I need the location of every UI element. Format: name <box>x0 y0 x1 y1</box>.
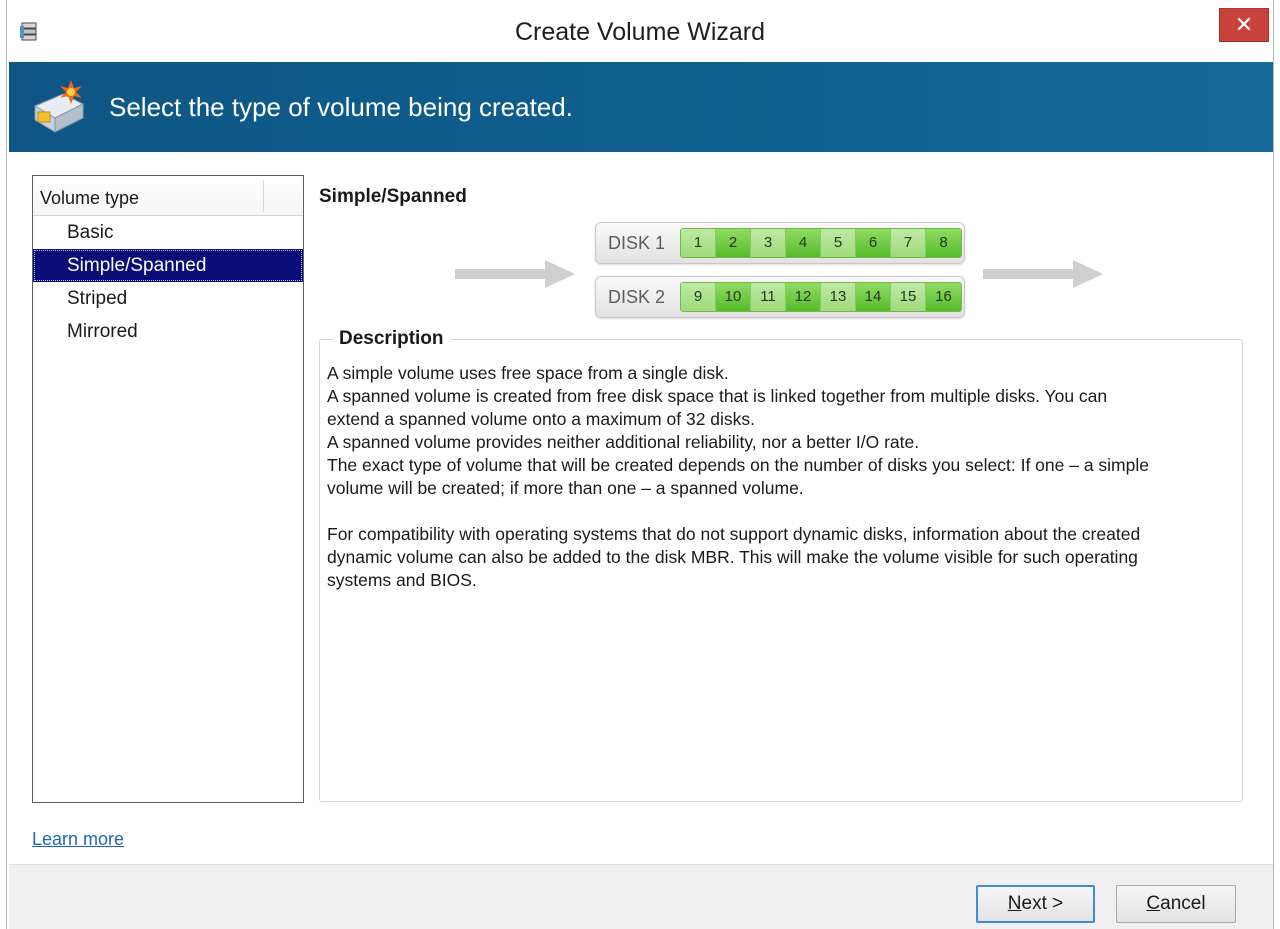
title-bar: Create Volume Wizard ✕ <box>7 0 1273 62</box>
description-text: A simple volume uses free space from a s… <box>327 362 1239 592</box>
wizard-window: Create Volume Wizard ✕ Select the type o… <box>6 0 1274 929</box>
description-line: A spanned volume is created from free di… <box>327 386 1108 406</box>
disk-1-label: DISK 1 <box>608 233 666 253</box>
list-item-mirrored[interactable]: Mirrored <box>33 315 303 348</box>
cancel-label: ancel <box>1160 893 1206 914</box>
disk-cell: 9 <box>681 283 716 311</box>
disk-cell: 5 <box>821 229 856 257</box>
learn-more-link[interactable]: Learn more <box>32 829 124 850</box>
disk-cell: 13 <box>821 283 856 311</box>
description-line: For compatibility with operating systems… <box>327 524 1141 544</box>
description-line: A spanned volume provides neither additi… <box>327 432 920 452</box>
list-item-simple-spanned[interactable]: Simple/Spanned <box>33 249 303 282</box>
description-line: volume will be created; if more than one… <box>327 478 804 498</box>
description-line: A simple volume uses free space from a s… <box>327 363 729 383</box>
next-label: ext > <box>1021 893 1064 914</box>
disk-cell: 12 <box>786 283 821 311</box>
window-title: Create Volume Wizard <box>514 18 766 46</box>
volume-wizard-icon <box>33 80 85 133</box>
disk-cell: 16 <box>926 283 961 311</box>
disk-cell: 8 <box>926 229 961 257</box>
header-banner: Select the type of volume being created. <box>9 62 1273 152</box>
disk-cell: 15 <box>891 283 926 311</box>
disk-cell: 4 <box>786 229 821 257</box>
disk-2-label: DISK 2 <box>608 287 666 307</box>
list-column-header[interactable]: Volume type <box>33 176 303 216</box>
disk-2-row: DISK 2 9 10 11 12 13 14 15 16 <box>595 276 965 318</box>
disk-cell: 2 <box>716 229 751 257</box>
disk-1-cells: 1 2 3 4 5 6 7 8 <box>680 228 962 258</box>
disk-1-row: DISK 1 1 2 3 4 5 6 7 8 <box>595 222 965 264</box>
cancel-button[interactable]: Cancel <box>1116 885 1236 923</box>
next-accelerator: N <box>1007 893 1022 914</box>
right-arrow-icon <box>983 260 1103 288</box>
next-button[interactable]: Next > <box>976 885 1095 923</box>
list-item-striped[interactable]: Striped <box>33 282 303 315</box>
banner-heading: Select the type of volume being created. <box>109 92 573 122</box>
description-line: dynamic volume can also be added to the … <box>327 547 1138 567</box>
close-button[interactable]: ✕ <box>1219 8 1269 42</box>
disk-cell: 3 <box>751 229 786 257</box>
description-line: systems and BIOS. <box>327 570 477 590</box>
description-legend: Description <box>333 328 450 350</box>
disk-cell: 10 <box>716 283 751 311</box>
list-item-basic[interactable]: Basic <box>33 216 303 249</box>
cancel-accelerator: C <box>1146 893 1161 914</box>
volume-type-list[interactable]: Volume type Basic Simple/Spanned Striped… <box>32 175 304 803</box>
disk-cell: 6 <box>856 229 891 257</box>
disk-2-cells: 9 10 11 12 13 14 15 16 <box>680 282 962 312</box>
disk-cell: 7 <box>891 229 926 257</box>
description-line: The exact type of volume that will be cr… <box>327 455 1149 475</box>
column-header-label: Volume type <box>40 188 140 208</box>
column-separator <box>263 180 264 212</box>
button-bar: Next > Cancel <box>9 864 1273 929</box>
disk-cell: 1 <box>681 229 716 257</box>
left-arrow-icon <box>455 260 575 288</box>
disk-diagram: DISK 1 1 2 3 4 5 6 7 8 DISK 2 9 10 11 12… <box>455 218 1115 328</box>
disk-cell: 11 <box>751 283 786 311</box>
volume-type-title: Simple/Spanned <box>319 186 467 207</box>
description-line: extend a spanned volume onto a maximum o… <box>327 409 756 429</box>
disk-cell: 14 <box>856 283 891 311</box>
